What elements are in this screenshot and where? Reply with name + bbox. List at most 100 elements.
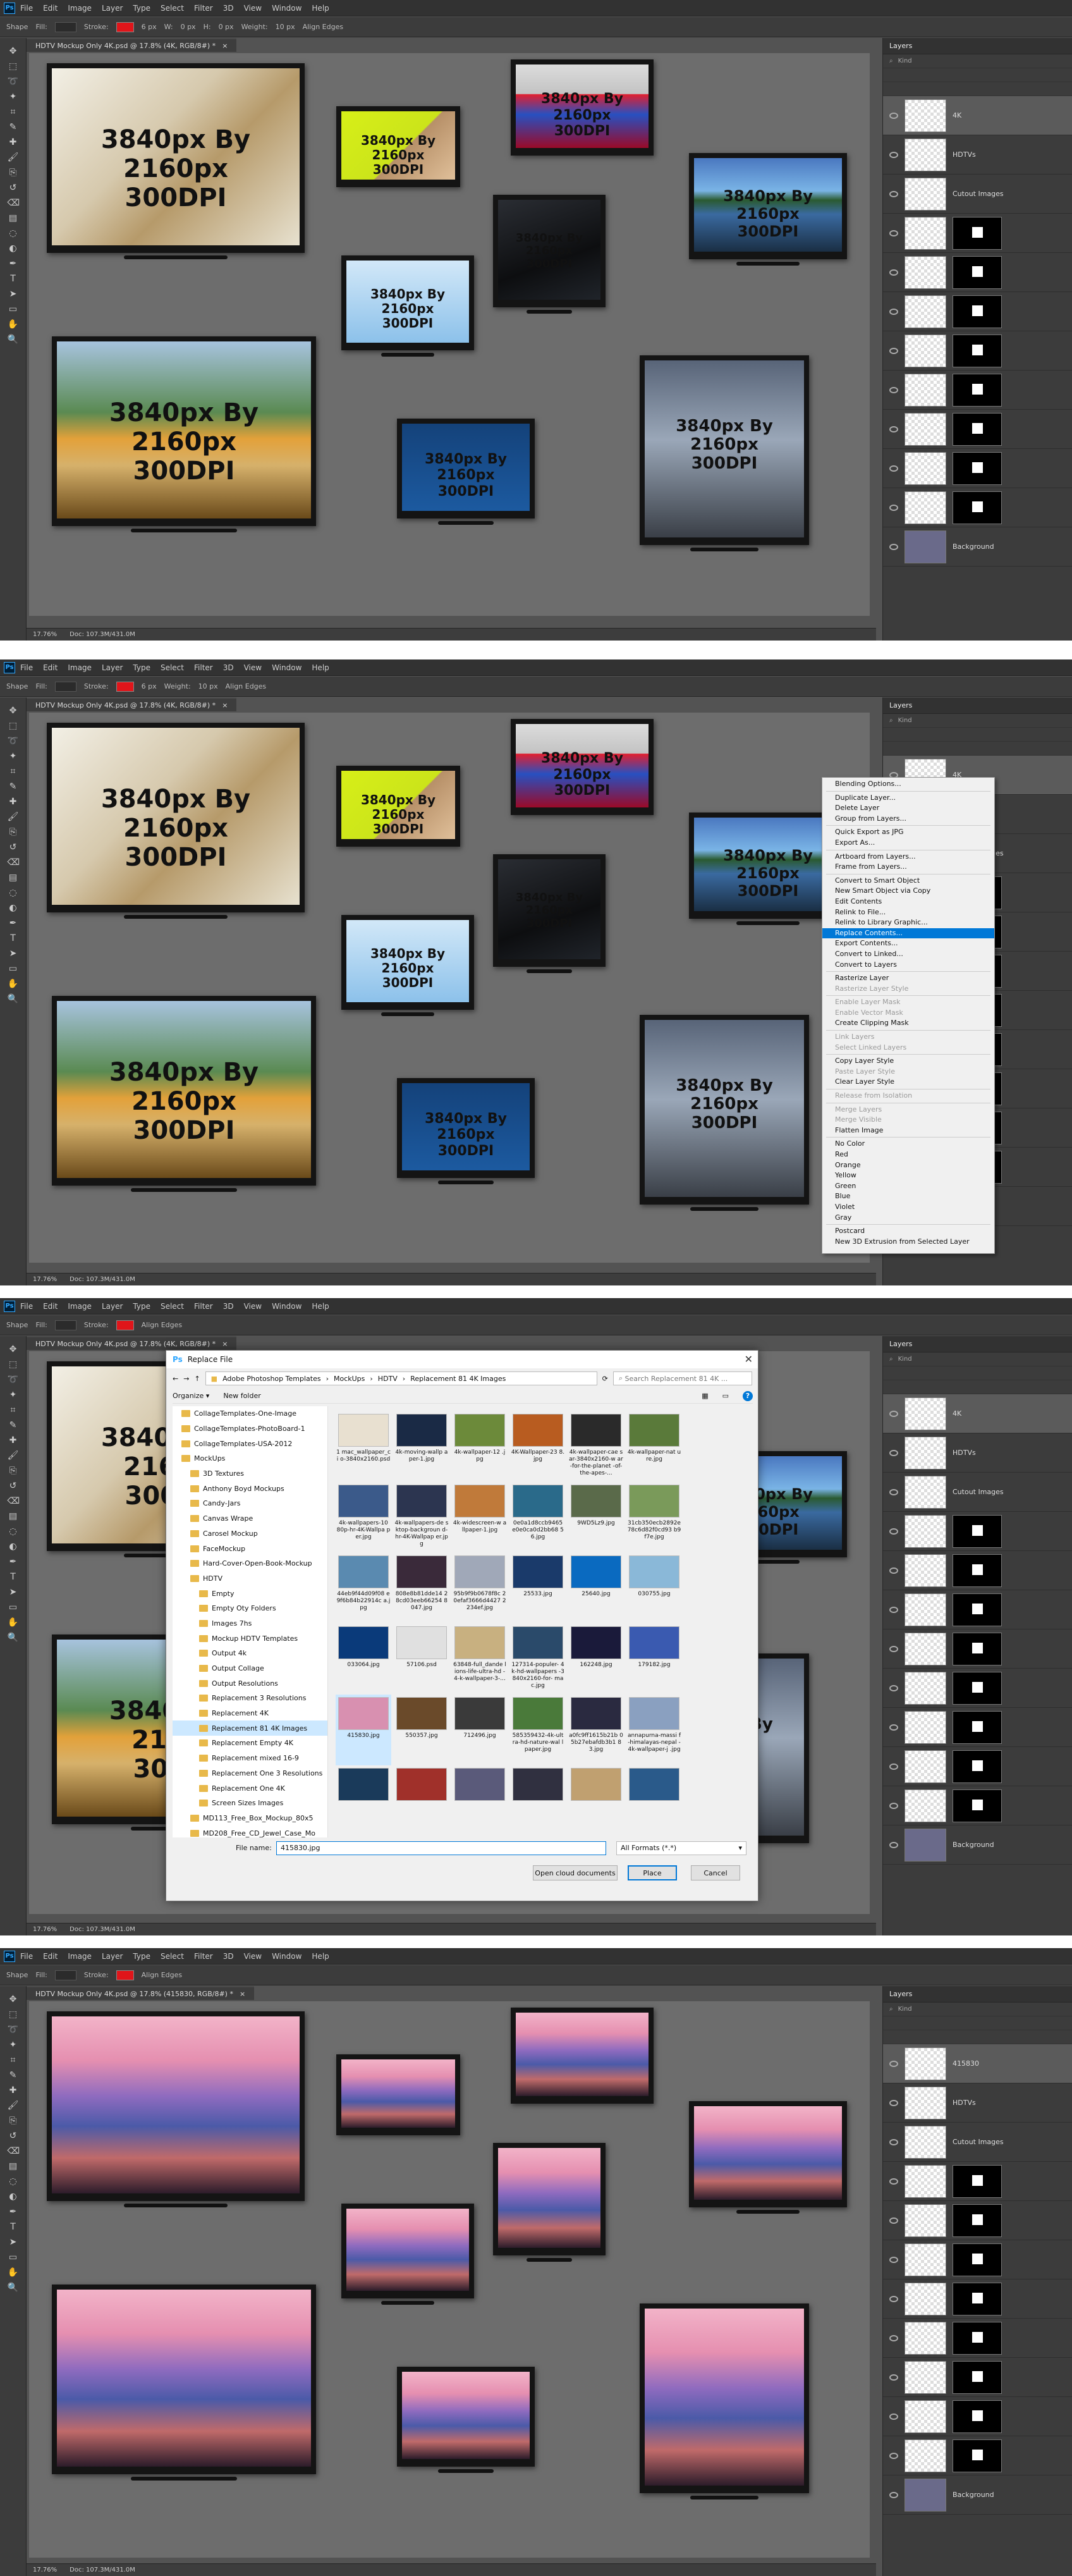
fill-swatch[interactable] (54, 1320, 76, 1330)
dodge-icon[interactable]: ◐ (8, 902, 19, 914)
context-menu-item[interactable]: Quick Export as JPG (822, 827, 994, 838)
breadcrumb[interactable]: ■ Adobe Photoshop Templates › MockUps › HD… (205, 1371, 597, 1385)
menu-type[interactable]: Type (133, 1302, 150, 1311)
eye-icon[interactable] (889, 1410, 898, 1417)
lasso-icon[interactable]: ➰ (8, 1374, 19, 1385)
folder-tree-item[interactable]: CollageTemplates-USA-2012 (173, 1436, 327, 1451)
menu-type[interactable]: Type (133, 1952, 150, 1961)
history-brush-icon[interactable]: ↺ (8, 182, 19, 193)
layers-tab[interactable]: Layers (883, 1336, 1072, 1352)
context-menu-item[interactable]: Green (822, 1181, 994, 1192)
eye-icon[interactable] (889, 386, 898, 393)
healing-icon[interactable]: ✚ (8, 796, 19, 807)
marquee-icon[interactable]: ⬚ (8, 720, 19, 732)
file-item[interactable]: 25533.jpg (510, 1553, 566, 1624)
brush-icon[interactable]: 🖌 (8, 2100, 19, 2111)
eraser-icon[interactable]: ⌫ (8, 197, 20, 209)
hdtv-mockup[interactable]: 3840px By 2160px300DPI (640, 1015, 809, 1205)
context-menu-item[interactable]: No Color (822, 1139, 994, 1150)
eye-icon[interactable] (889, 1449, 898, 1456)
hand-icon[interactable]: ✋ (8, 319, 19, 330)
file-item[interactable]: 808e8b81dde14 28cd03eeb66254 8047.jpg (394, 1553, 449, 1624)
eye-icon[interactable] (889, 308, 898, 315)
eye-icon[interactable] (889, 2334, 898, 2341)
hdtv-mockup[interactable]: 3840px By 2160px300DPI (493, 195, 606, 307)
folder-tree-item[interactable]: Replacement Empty 4K (173, 1736, 327, 1751)
zoom-icon[interactable]: 🔍 (8, 993, 19, 1005)
cancel-button[interactable]: Cancel (691, 1865, 740, 1880)
menu-select[interactable]: Select (161, 1302, 184, 1311)
file-item[interactable]: 4k-wallpaper-cae sar-3840x2160-w ar-for-… (568, 1411, 624, 1482)
crop-icon[interactable]: ⌗ (8, 2054, 19, 2066)
menu-window[interactable]: Window (272, 1952, 302, 1961)
file-item[interactable]: 033064.jpg (336, 1624, 391, 1695)
menu-filter[interactable]: Filter (194, 663, 213, 672)
file-item[interactable]: 4k-widescreen-w allpaper-1.jpg (452, 1482, 508, 1553)
layer-mask-thumbnail[interactable] (953, 2360, 1002, 2394)
fill-swatch[interactable] (54, 1970, 76, 1980)
folder-tree-item[interactable]: FaceMockup (173, 1541, 327, 1556)
move-icon[interactable]: ✥ (8, 1344, 19, 1355)
menu-help[interactable]: Help (312, 663, 329, 672)
pen-icon[interactable]: ✒ (8, 917, 19, 929)
menu-3d[interactable]: 3D (223, 1302, 234, 1311)
menu-file[interactable]: File (20, 4, 33, 13)
file-item[interactable]: 127314-populer- 4k-hd-wallpapers -3840x2… (510, 1624, 566, 1695)
hdtv-mockup[interactable]: 3840px By 2160px300DPI (47, 63, 305, 253)
view-options-icon[interactable]: ▦ (702, 1392, 708, 1400)
eyedropper-icon[interactable]: ✎ (8, 1420, 19, 1431)
layer-row[interactable] (883, 2279, 1072, 2319)
move-icon[interactable]: ✥ (8, 705, 19, 716)
file-item[interactable]: 4K-Wallpaper-23 8.jpg (510, 1411, 566, 1482)
file-item[interactable]: 4k-wallpapers-de sktop-backgroun d-hr-4K… (394, 1482, 449, 1553)
healing-icon[interactable]: ✚ (8, 2085, 19, 2096)
file-item[interactable]: 9WD5Lz9.jpg (568, 1482, 624, 1553)
menu-file[interactable]: File (20, 663, 33, 672)
breadcrumb-item[interactable]: MockUps (334, 1375, 365, 1383)
eye-icon[interactable] (889, 2491, 898, 2498)
layer-row[interactable] (883, 2397, 1072, 2436)
menu-layer[interactable]: Layer (102, 1302, 123, 1311)
zoom-level[interactable]: 17.76% (33, 2567, 57, 2573)
folder-tree-item[interactable]: Hard-Cover-Open-Book-Mockup (173, 1556, 327, 1571)
file-item[interactable]: annapurna-massi f-himalayas-nepal -4k-wa… (626, 1695, 682, 1765)
context-menu-item[interactable]: Create Clipping Mask (822, 1018, 994, 1029)
layer-row[interactable]: 4K (883, 1394, 1072, 1433)
context-menu-item[interactable]: New 3D Extrusion from Selected Layer (822, 1237, 994, 1248)
eyedropper-icon[interactable]: ✎ (8, 781, 19, 792)
lasso-icon[interactable]: ➰ (8, 735, 19, 747)
weight-value[interactable]: 10 px (198, 682, 218, 690)
context-menu-item[interactable]: New Smart Object via Copy (822, 886, 994, 897)
layer-mask-thumbnail[interactable] (953, 491, 1002, 524)
eye-icon[interactable] (889, 2413, 898, 2420)
context-menu-item[interactable]: Postcard (822, 1226, 994, 1237)
file-item[interactable]: a0fc9ff1615b21b 05b27ebafdb3b1 83.jpg (568, 1695, 624, 1765)
folder-tree-item[interactable]: Replacement 3 Resolutions (173, 1691, 327, 1706)
menu-filter[interactable]: Filter (194, 4, 213, 13)
context-menu-item[interactable]: Delete Layer (822, 803, 994, 814)
layer-row[interactable]: HDTVs (883, 135, 1072, 175)
hdtv-mockup[interactable]: 3840px By 2160px300DPI (493, 854, 606, 967)
layer-mask-thumbnail[interactable] (953, 216, 1002, 250)
folder-tree-item[interactable]: Empty (173, 1586, 327, 1601)
file-item[interactable]: 179182.jpg (626, 1624, 682, 1695)
layers-tab[interactable]: Layers (883, 1986, 1072, 2003)
layer-row[interactable] (883, 1512, 1072, 1551)
menu-type[interactable]: Type (133, 4, 150, 13)
folder-tree-item[interactable]: Empty Oty Folders (173, 1601, 327, 1616)
layer-mask-thumbnail[interactable] (953, 1750, 1002, 1783)
layer-mask-thumbnail[interactable] (953, 1554, 1002, 1587)
type-icon[interactable]: T (8, 933, 19, 944)
eye-icon[interactable] (889, 2099, 898, 2106)
organize-button[interactable]: Organize ▾ (173, 1392, 209, 1400)
hdtv-mockup[interactable]: 3840px By 2160px300DPI (640, 355, 809, 545)
hdtv-mockup[interactable]: 3840px By 2160px300DPI (336, 106, 460, 187)
zoom-icon[interactable]: 🔍 (8, 1632, 19, 1643)
zoom-icon[interactable]: 🔍 (8, 2282, 19, 2293)
shape-mode[interactable]: Shape (6, 1971, 28, 1979)
context-menu-item[interactable]: Edit Contents (822, 897, 994, 907)
document-tab[interactable]: HDTV Mockup Only 4K.psd @ 17.8% (4K, RGB… (27, 697, 237, 711)
eraser-icon[interactable]: ⌫ (8, 857, 20, 868)
menu-help[interactable]: Help (312, 4, 329, 13)
eye-icon[interactable] (889, 2295, 898, 2302)
